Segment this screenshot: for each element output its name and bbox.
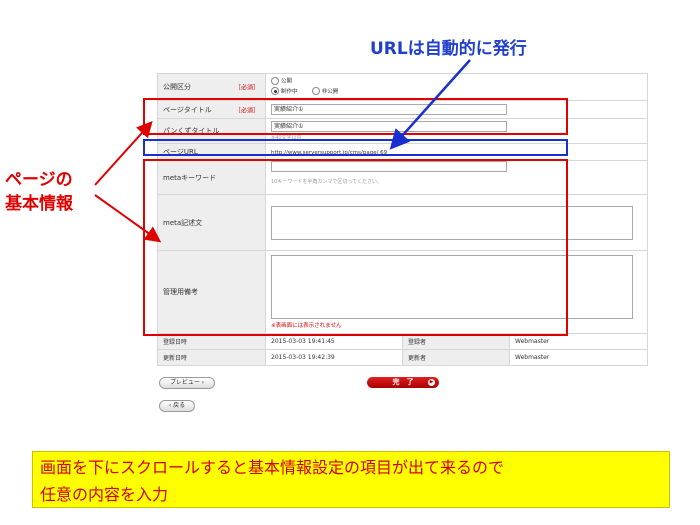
instruction-caption-line2: 任意の内容を入力 [40, 485, 169, 504]
url-arrow [389, 59, 471, 150]
instruction-caption: 画面を下にスクロールすると基本情報設定の項目が出て来るので 任意の内容を入力 [32, 451, 670, 508]
meta-arrow [94, 194, 162, 243]
title-arrow [94, 121, 153, 186]
instruction-caption-line1: 画面を下にスクロールすると基本情報設定の項目が出て来るので [40, 458, 505, 477]
annotation-arrows [94, 59, 471, 243]
